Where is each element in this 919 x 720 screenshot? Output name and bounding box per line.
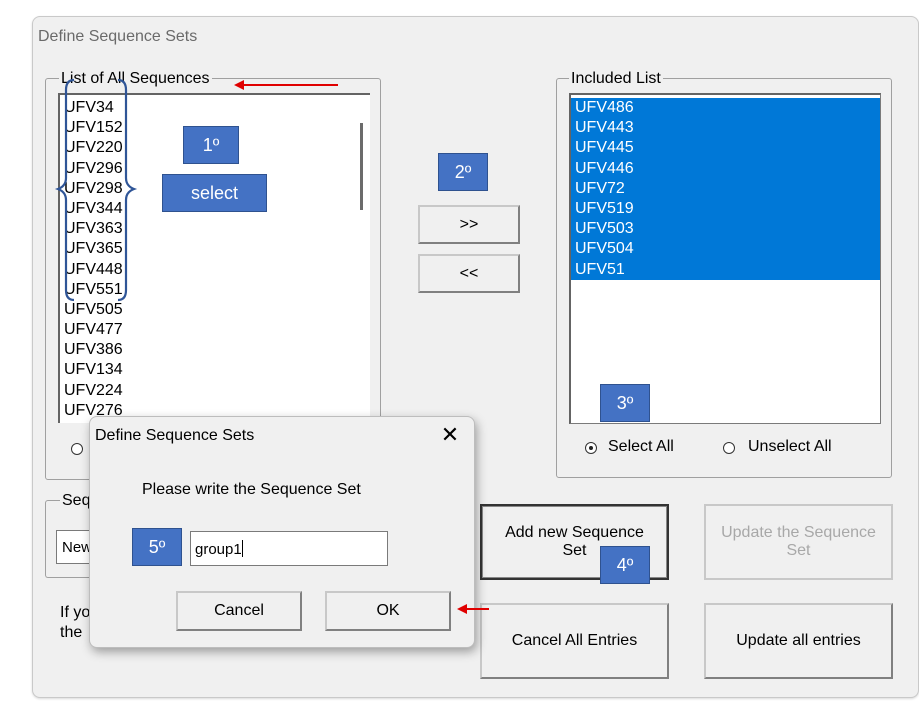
text-cursor bbox=[241, 540, 243, 557]
list-item[interactable]: UFV519 bbox=[571, 198, 880, 220]
included-list[interactable]: UFV486 UFV443 UFV445 UFV446 UFV72 UFV519 UFV50… bbox=[569, 93, 881, 424]
update-all-entries-button[interactable]: Update all entries bbox=[704, 603, 893, 679]
select-annotation: select bbox=[162, 174, 267, 212]
sequence-set-value: New bbox=[62, 539, 93, 556]
list-item[interactable]: UFV477 bbox=[60, 320, 370, 340]
note-text-line1: If yo bbox=[60, 604, 91, 621]
included-legend: Included List bbox=[569, 70, 663, 88]
step2-annotation: 2º bbox=[438, 153, 488, 191]
list-item[interactable]: UFV486 bbox=[571, 98, 880, 119]
list-item[interactable]: UFV446 bbox=[571, 158, 880, 179]
input-value: group1 bbox=[195, 541, 242, 558]
step1-annotation: 1º bbox=[183, 126, 239, 164]
remove-from-included-button[interactable]: << bbox=[418, 254, 520, 293]
sequence-set-name-input[interactable]: group1 bbox=[190, 531, 388, 566]
scrollbar-thumb[interactable] bbox=[360, 123, 363, 210]
note-text-line2: the bbox=[60, 624, 83, 641]
list-item[interactable]: UFV505 bbox=[60, 300, 370, 320]
add-to-included-button[interactable]: >> bbox=[418, 205, 520, 244]
list-item[interactable]: UFV72 bbox=[571, 178, 880, 199]
unselect-all-label[interactable]: Unselect All bbox=[748, 438, 832, 456]
list-item[interactable]: UFV443 bbox=[571, 118, 880, 139]
update-sequence-set-button: Update the Sequence Set bbox=[704, 504, 893, 580]
list-item[interactable]: UFV504 bbox=[571, 239, 880, 260]
dialog-cancel-button[interactable]: Cancel bbox=[176, 591, 302, 631]
unselect-all-radio[interactable] bbox=[723, 442, 735, 454]
select-all-radio[interactable] bbox=[585, 442, 597, 454]
list-item[interactable]: UFV445 bbox=[571, 138, 880, 159]
cancel-all-entries-button[interactable]: Cancel All Entries bbox=[480, 603, 669, 679]
legend-arrow-icon bbox=[234, 80, 338, 90]
window-title: Define Sequence Sets bbox=[38, 28, 198, 45]
dialog-title: Define Sequence Sets bbox=[95, 427, 255, 444]
select-all-label[interactable]: Select All bbox=[608, 438, 674, 456]
dialog-prompt: Please write the Sequence Set bbox=[142, 481, 361, 498]
update-sequence-set-label: Update the Sequence Set bbox=[721, 524, 876, 559]
all-sequences-radio[interactable] bbox=[71, 443, 83, 455]
ok-arrow-icon bbox=[457, 604, 489, 614]
list-item[interactable]: UFV503 bbox=[571, 219, 880, 240]
list-item[interactable]: UFV134 bbox=[60, 360, 370, 380]
step3-annotation: 3º bbox=[600, 384, 650, 422]
list-item[interactable]: UFV224 bbox=[60, 381, 370, 401]
selection-bracket bbox=[54, 78, 138, 302]
list-item[interactable]: UFV386 bbox=[60, 340, 370, 360]
dialog-close-icon[interactable]: ✕ bbox=[438, 421, 462, 449]
step4-annotation: 4º bbox=[600, 546, 650, 584]
sequence-set-legend: Seq bbox=[60, 492, 93, 510]
dialog-ok-button[interactable]: OK bbox=[325, 591, 451, 631]
step5-annotation: 5º bbox=[132, 528, 182, 566]
all-sequences-scrollbar[interactable] bbox=[354, 95, 370, 423]
list-item[interactable]: UFV51 bbox=[571, 259, 880, 280]
